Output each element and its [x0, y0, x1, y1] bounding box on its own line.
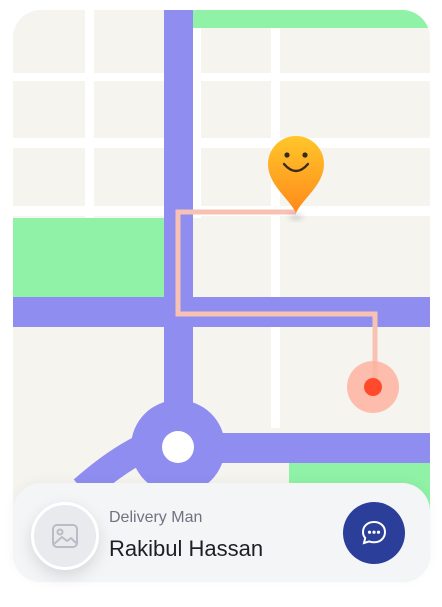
avatar[interactable]	[31, 502, 99, 570]
image-placeholder-icon	[52, 524, 78, 548]
chat-button[interactable]	[343, 502, 405, 564]
role-label: Delivery Man	[109, 509, 203, 526]
chat-bubble-icon	[361, 520, 387, 545]
park-area	[13, 218, 166, 298]
destination-dot-icon[interactable]	[347, 361, 399, 413]
park-area	[193, 10, 430, 28]
driver-name: Rakibul Hassan	[109, 536, 264, 561]
delivery-info-card: Delivery Man Rakibul Hassan	[13, 483, 430, 582]
roundabout	[131, 400, 225, 494]
